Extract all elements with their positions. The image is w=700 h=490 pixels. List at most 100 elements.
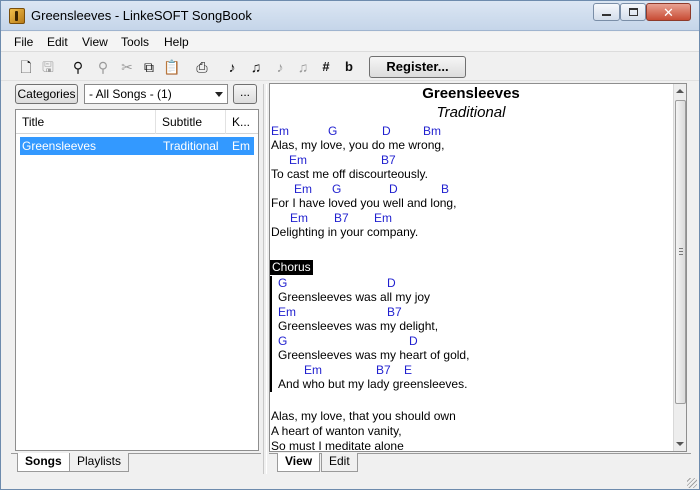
chord-line: Em B7 Em (270, 211, 672, 225)
menu-file[interactable]: File (10, 34, 37, 50)
song-subtitle: Traditional (436, 104, 506, 121)
song-title: Greensleeves (422, 85, 520, 102)
chord-line: Em G D B (270, 182, 672, 196)
lyric-line: Greensleeves was all my joy (278, 290, 431, 304)
title-bar[interactable]: Greensleeves - LinkeSOFT SongBook ✕ (1, 1, 699, 31)
verse-2: Alas, my love, that you should own A hear… (270, 409, 672, 451)
close-button[interactable]: ✕ (646, 3, 691, 21)
column-header-subtitle[interactable]: Subtitle (156, 110, 226, 134)
pane-splitter[interactable] (263, 84, 267, 474)
chord: Em (304, 363, 322, 377)
lyric-line: A heart of wanton vanity, (271, 424, 402, 438)
register-button[interactable]: Register... (369, 56, 466, 78)
app-window: Greensleeves - LinkeSOFT SongBook ✕ File… (0, 0, 700, 490)
menu-tools[interactable]: Tools (117, 34, 153, 50)
tab-view[interactable]: View (277, 453, 321, 472)
chevron-down-icon (215, 92, 223, 97)
tab-songs[interactable]: Songs (17, 453, 70, 472)
lyric-line: For I have loved you well and long, (271, 196, 457, 210)
chord: B7 (376, 363, 391, 377)
lyric-line: Greensleeves was my delight, (278, 319, 439, 333)
scroll-thumb[interactable] (675, 100, 686, 404)
chord: Em (271, 124, 289, 138)
resize-grip-icon[interactable] (687, 478, 697, 488)
chord-line: Em B7 (270, 153, 672, 167)
table-row[interactable]: Greensleeves Traditional Em (20, 137, 254, 155)
scroll-up-icon[interactable] (676, 89, 684, 93)
chord: Em (290, 211, 308, 225)
column-header-key[interactable]: K... (226, 110, 258, 134)
chord: Em (294, 182, 312, 196)
songbook-app-icon (9, 8, 25, 24)
chord: G (278, 334, 288, 348)
menu-view[interactable]: View (78, 34, 112, 50)
status-bar (1, 477, 699, 489)
chord: D (382, 124, 391, 138)
save-icon[interactable]: 🖫 (39, 58, 57, 76)
minimize-icon (602, 14, 611, 16)
flat-icon[interactable]: b (340, 58, 358, 76)
lyric-line: To cast me off discourteously. (271, 167, 428, 181)
song-list[interactable]: Title Subtitle K... Greensleeves Traditi… (15, 109, 259, 451)
find-replace-icon[interactable]: ⚲ (94, 58, 112, 76)
chord: E (404, 363, 413, 377)
tab-edit[interactable]: Edit (321, 453, 358, 472)
left-tab-strip: Songs Playlists (11, 453, 261, 475)
lyric-line: And who but my lady greensleeves. (278, 377, 468, 391)
transpose-down-icon[interactable]: ♪ (223, 58, 241, 76)
grip-icon (679, 248, 683, 255)
categories-button[interactable]: Categories (15, 84, 78, 104)
maximize-button[interactable] (620, 3, 646, 21)
chord-line: Em B7 (278, 305, 672, 319)
row-subtitle: Traditional (163, 139, 219, 153)
chord-line: GD (278, 334, 672, 348)
copy-icon[interactable]: ⧉ (140, 58, 158, 76)
print-icon[interactable]: ⎙ (193, 58, 211, 76)
songs-filter-select[interactable]: - All Songs - (1) (84, 84, 228, 104)
close-icon: ✕ (663, 4, 674, 20)
chord: Bm (423, 124, 441, 138)
chord-line: Em B7 E (278, 363, 672, 377)
chord: B (441, 182, 450, 196)
chord: B7 (387, 305, 402, 319)
window-title: Greensleeves - LinkeSOFT SongBook (31, 8, 252, 23)
right-tab-strip: View Edit (269, 453, 691, 475)
chord-line: Em G D Bm (270, 124, 672, 138)
chord: G (328, 124, 338, 138)
lyric-line: Alas, my love, that you should own (271, 409, 456, 423)
chord: Em (374, 211, 392, 225)
lyric-line: Greensleeves was my heart of gold, (278, 348, 470, 362)
song-sheet: Greensleeves Traditional Em G D Bm Alas, my … (270, 84, 672, 451)
find-icon[interactable]: ⚲ (69, 58, 87, 76)
transpose-down-disabled-icon[interactable]: ♪ (271, 58, 289, 76)
row-title: Greensleeves (22, 139, 97, 153)
menu-edit[interactable]: Edit (43, 34, 72, 50)
song-view[interactable]: Greensleeves Traditional Em G D Bm Alas, my … (269, 83, 687, 452)
chord: G (332, 182, 342, 196)
chord: B7 (334, 211, 349, 225)
menu-bar: File Edit View Tools Help (1, 32, 699, 52)
more-options-button[interactable]: ... (233, 84, 257, 104)
chord: B7 (381, 153, 396, 167)
new-document-icon[interactable]: 🗋 (17, 58, 35, 76)
sharp-icon[interactable]: # (317, 58, 335, 76)
chorus-label: Chorus (270, 260, 313, 275)
chord-line: GD (278, 276, 672, 290)
paste-icon[interactable]: 📋 (163, 58, 181, 76)
transpose-up-icon[interactable]: ♫ (247, 58, 265, 76)
maximize-icon (628, 8, 638, 16)
transpose-up-disabled-icon[interactable]: ♫ (294, 58, 312, 76)
scroll-down-icon[interactable] (676, 442, 684, 446)
verse-1: Em G D Bm Alas, my love, you do me wrong, Em B… (270, 124, 672, 240)
chord: Em (278, 305, 296, 319)
vertical-scrollbar[interactable] (673, 84, 686, 451)
column-header-title[interactable]: Title (16, 110, 156, 134)
row-key: Em (232, 139, 250, 153)
menu-help[interactable]: Help (160, 34, 193, 50)
tab-playlists[interactable]: Playlists (69, 453, 130, 472)
minimize-button[interactable] (593, 3, 620, 21)
cut-icon[interactable]: ✂ (118, 58, 136, 76)
chord: D (409, 334, 418, 348)
chorus-block: G D Greensleeves was all my joy Em B7 Greensl… (270, 276, 672, 392)
